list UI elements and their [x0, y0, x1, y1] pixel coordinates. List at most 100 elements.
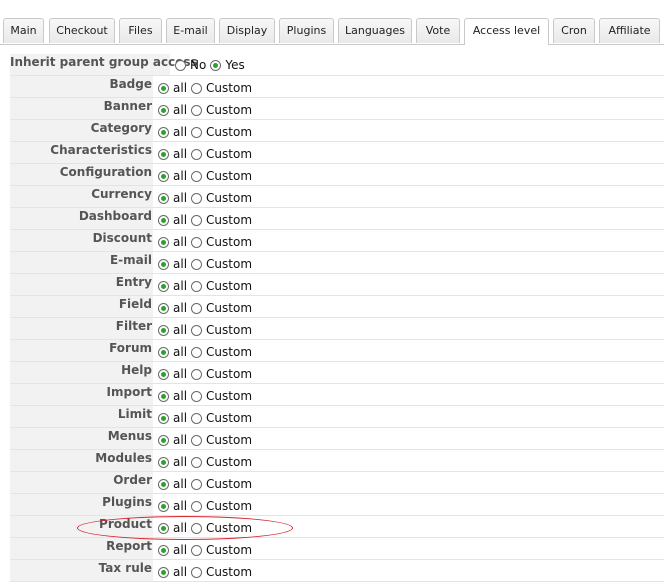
all-radio[interactable] [158, 390, 169, 402]
custom-radio[interactable] [191, 82, 203, 94]
tab-email[interactable]: E-mail [166, 18, 215, 43]
custom-label[interactable]: Custom [206, 147, 252, 161]
all-radio[interactable] [158, 324, 169, 336]
custom-label[interactable]: Custom [206, 301, 252, 315]
all-label[interactable]: all [173, 367, 187, 381]
all-radio[interactable] [158, 346, 169, 358]
tab-plugins[interactable]: Plugins [279, 18, 334, 43]
all-label[interactable]: all [173, 235, 187, 249]
all-radio[interactable] [158, 258, 169, 270]
tab-vote[interactable]: Vote [416, 18, 460, 43]
all-label[interactable]: all [173, 455, 187, 469]
custom-radio[interactable] [191, 368, 203, 380]
custom-label[interactable]: Custom [206, 345, 252, 359]
all-label[interactable]: all [173, 81, 187, 95]
all-radio[interactable] [158, 522, 169, 534]
all-radio[interactable] [158, 544, 169, 556]
custom-label[interactable]: Custom [206, 521, 252, 535]
all-label[interactable]: all [173, 103, 187, 117]
all-label[interactable]: all [173, 411, 187, 425]
custom-radio[interactable] [191, 302, 203, 314]
all-radio[interactable] [158, 478, 169, 490]
all-radio[interactable] [158, 214, 169, 226]
inherit-yes-label[interactable]: Yes [225, 58, 244, 72]
custom-label[interactable]: Custom [206, 103, 252, 117]
all-label[interactable]: all [173, 543, 187, 557]
custom-label[interactable]: Custom [206, 389, 252, 403]
custom-label[interactable]: Custom [206, 411, 252, 425]
custom-radio[interactable] [191, 192, 203, 204]
all-label[interactable]: all [173, 433, 187, 447]
all-radio[interactable] [158, 126, 169, 138]
all-label[interactable]: all [173, 191, 187, 205]
custom-radio[interactable] [191, 478, 203, 490]
all-label[interactable]: all [173, 213, 187, 227]
all-label[interactable]: all [173, 521, 187, 535]
all-radio[interactable] [158, 500, 169, 512]
all-radio[interactable] [158, 104, 169, 116]
tab-cron[interactable]: Cron [553, 18, 595, 43]
custom-label[interactable]: Custom [206, 257, 252, 271]
custom-radio[interactable] [191, 544, 203, 556]
all-radio[interactable] [158, 566, 169, 578]
all-label[interactable]: all [173, 147, 187, 161]
all-radio[interactable] [158, 170, 169, 182]
custom-radio[interactable] [191, 346, 203, 358]
inherit-no-label[interactable]: No [190, 58, 206, 72]
all-radio[interactable] [158, 236, 169, 248]
custom-radio[interactable] [191, 280, 203, 292]
all-radio[interactable] [158, 368, 169, 380]
custom-radio[interactable] [191, 170, 203, 182]
custom-radio[interactable] [191, 258, 203, 270]
all-radio[interactable] [158, 456, 169, 468]
custom-label[interactable]: Custom [206, 81, 252, 95]
custom-label[interactable]: Custom [206, 543, 252, 557]
inherit-no-radio[interactable] [175, 59, 186, 71]
custom-radio[interactable] [191, 434, 203, 446]
all-radio[interactable] [158, 412, 169, 424]
custom-radio[interactable] [191, 148, 203, 160]
all-label[interactable]: all [173, 565, 187, 579]
custom-radio[interactable] [191, 566, 203, 578]
tab-access-level[interactable]: Access level [464, 18, 549, 45]
all-radio[interactable] [158, 280, 169, 292]
all-label[interactable]: all [173, 169, 187, 183]
custom-radio[interactable] [191, 126, 203, 138]
custom-radio[interactable] [191, 324, 203, 336]
tab-main[interactable]: Main [3, 18, 44, 43]
custom-radio[interactable] [191, 522, 203, 534]
all-label[interactable]: all [173, 301, 187, 315]
tab-display[interactable]: Display [219, 18, 275, 43]
all-radio[interactable] [158, 82, 169, 94]
all-label[interactable]: all [173, 279, 187, 293]
custom-radio[interactable] [191, 500, 203, 512]
custom-label[interactable]: Custom [206, 477, 252, 491]
all-radio[interactable] [158, 302, 169, 314]
all-radio[interactable] [158, 148, 169, 160]
inherit-yes-radio[interactable] [210, 59, 222, 71]
custom-label[interactable]: Custom [206, 169, 252, 183]
tab-affiliate[interactable]: Affiliate [599, 18, 660, 43]
custom-radio[interactable] [191, 214, 203, 226]
custom-label[interactable]: Custom [206, 125, 252, 139]
custom-radio[interactable] [191, 104, 203, 116]
all-radio[interactable] [158, 434, 169, 446]
custom-label[interactable]: Custom [206, 499, 252, 513]
all-label[interactable]: all [173, 477, 187, 491]
custom-label[interactable]: Custom [206, 235, 252, 249]
custom-radio[interactable] [191, 236, 203, 248]
custom-label[interactable]: Custom [206, 323, 252, 337]
all-label[interactable]: all [173, 125, 187, 139]
custom-label[interactable]: Custom [206, 565, 252, 579]
tab-checkout[interactable]: Checkout [49, 18, 115, 43]
custom-label[interactable]: Custom [206, 213, 252, 227]
custom-label[interactable]: Custom [206, 191, 252, 205]
all-label[interactable]: all [173, 323, 187, 337]
all-label[interactable]: all [173, 345, 187, 359]
all-label[interactable]: all [173, 389, 187, 403]
custom-radio[interactable] [191, 412, 203, 424]
all-radio[interactable] [158, 192, 169, 204]
custom-label[interactable]: Custom [206, 433, 252, 447]
custom-label[interactable]: Custom [206, 455, 252, 469]
all-label[interactable]: all [173, 499, 187, 513]
